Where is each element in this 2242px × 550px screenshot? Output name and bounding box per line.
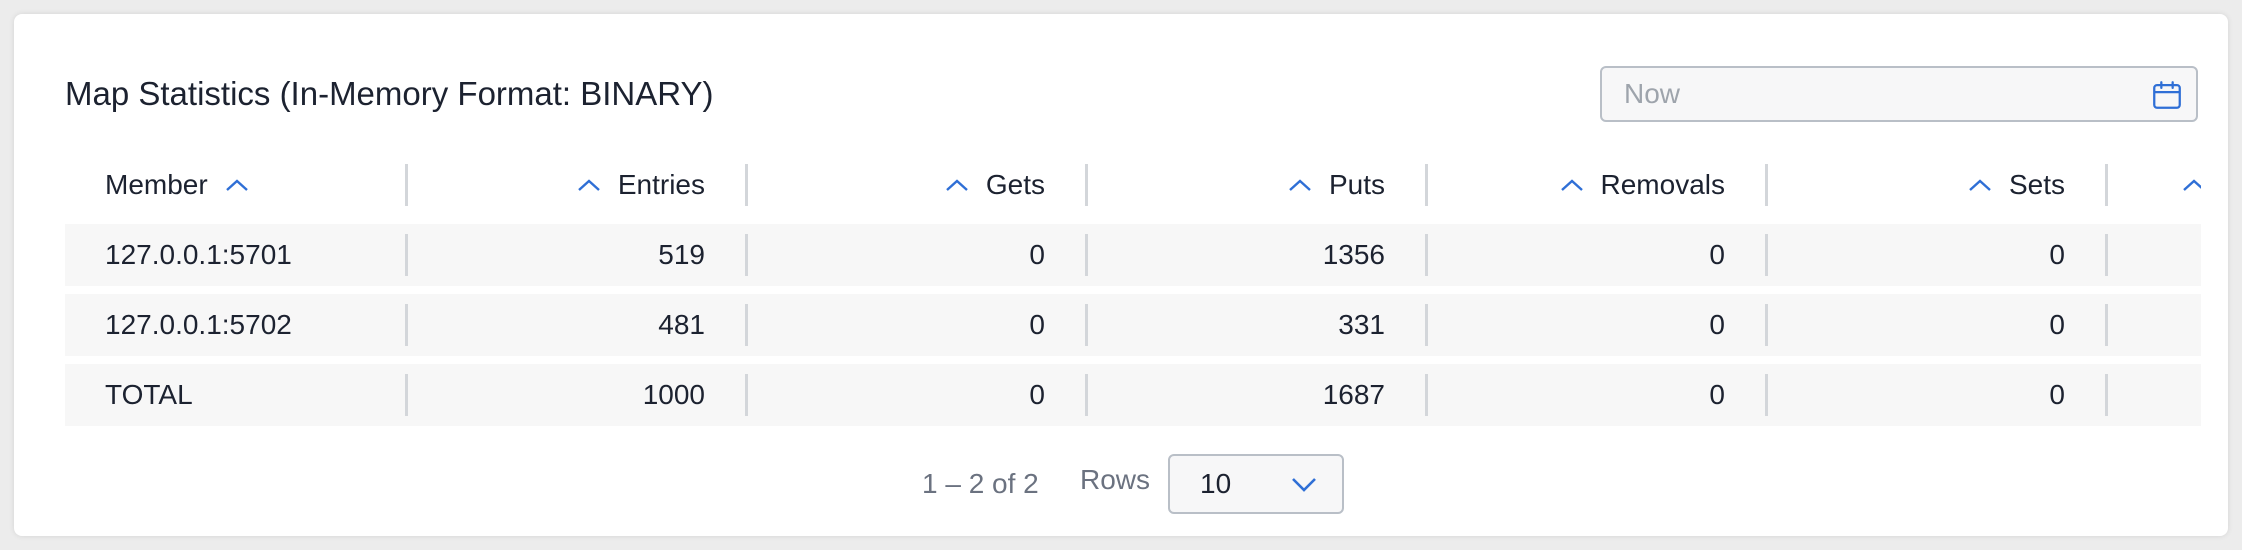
- cell-puts: 1687: [1085, 364, 1425, 426]
- cell-text: 0: [1709, 379, 1725, 410]
- cell-entries: 1000: [405, 364, 745, 426]
- chevron-up-icon[interactable]: [944, 177, 970, 193]
- cell-text: 127.0.0.1:5702: [105, 309, 292, 340]
- table-row: 127.0.0.1:5701 519 0 1356 0 0: [65, 224, 2201, 286]
- cell-gets: 0: [745, 364, 1085, 426]
- cell-gets: 0: [745, 294, 1085, 356]
- cell-overflow: [2105, 224, 2201, 286]
- cell-text: 0: [2049, 379, 2065, 410]
- cell-text: 481: [658, 309, 705, 340]
- rows-per-page-select[interactable]: 10: [1168, 454, 1344, 514]
- column-header-label: Gets: [985, 169, 1045, 200]
- column-header-puts[interactable]: Puts: [1085, 154, 1425, 216]
- map-statistics-panel: Map Statistics (In-Memory Format: BINARY…: [14, 14, 2228, 536]
- chevron-up-icon[interactable]: [224, 177, 250, 193]
- cell-sets: 0: [1765, 364, 2105, 426]
- chevron-up-icon[interactable]: [1559, 177, 1585, 193]
- column-header-gets[interactable]: Gets: [745, 154, 1085, 216]
- cell-text: 0: [2049, 309, 2065, 340]
- cell-text: 0: [2049, 239, 2065, 270]
- calendar-icon[interactable]: [2150, 78, 2184, 112]
- column-header-removals[interactable]: Removals: [1425, 154, 1765, 216]
- cell-text: 0: [1709, 309, 1725, 340]
- cell-text: 331: [1338, 309, 1385, 340]
- column-header-label: Removals: [1600, 169, 1725, 200]
- cell-puts: 1356: [1085, 224, 1425, 286]
- table-row: 127.0.0.1:5702 481 0 331 0 0: [65, 294, 2201, 356]
- cell-sets: 0: [1765, 294, 2105, 356]
- cell-text: 0: [1709, 239, 1725, 270]
- cell-member: TOTAL: [65, 364, 405, 426]
- column-header-sets[interactable]: Sets: [1765, 154, 2105, 216]
- cell-text: 1356: [1322, 239, 1385, 270]
- chevron-up-icon[interactable]: [1287, 177, 1313, 193]
- column-header-entries[interactable]: Entries: [405, 154, 745, 216]
- cell-text: 1687: [1322, 379, 1385, 410]
- chevron-up-icon[interactable]: [2181, 177, 2201, 193]
- chevron-down-icon[interactable]: [1290, 476, 1318, 494]
- date-input[interactable]: [1624, 68, 2124, 120]
- pagination-range: 1 – 2 of 2: [922, 468, 1039, 499]
- cell-member: 127.0.0.1:5701: [65, 224, 405, 286]
- cell-sets: 0: [1765, 224, 2105, 286]
- cell-puts: 331: [1085, 294, 1425, 356]
- column-header-label: Sets: [2008, 169, 2065, 200]
- cell-member: 127.0.0.1:5702: [65, 294, 405, 356]
- chevron-up-icon[interactable]: [576, 177, 602, 193]
- column-header-label: Entries: [617, 169, 705, 200]
- cell-text: 127.0.0.1:5701: [105, 239, 292, 270]
- date-picker[interactable]: [1600, 66, 2198, 122]
- cell-text: TOTAL: [105, 379, 193, 410]
- cell-text: 0: [1029, 379, 1045, 410]
- column-header-member[interactable]: Member: [65, 154, 405, 216]
- panel-title: Map Statistics (In-Memory Format: BINARY…: [65, 75, 714, 112]
- cell-removals: 0: [1425, 224, 1765, 286]
- table-header-row: Member Entries Gets Puts Removals Sets: [65, 154, 2201, 216]
- cell-text: 0: [1029, 309, 1045, 340]
- cell-entries: 519: [405, 224, 745, 286]
- column-header-label: Puts: [1328, 169, 1385, 200]
- column-header-overflow[interactable]: [2105, 154, 2201, 216]
- cell-removals: 0: [1425, 364, 1765, 426]
- cell-overflow: [2105, 294, 2201, 356]
- cell-removals: 0: [1425, 294, 1765, 356]
- rows-per-page-value: 10: [1200, 468, 1232, 499]
- cell-gets: 0: [745, 224, 1085, 286]
- rows-per-page-label: Rows: [1080, 464, 1151, 495]
- cell-overflow: [2105, 364, 2201, 426]
- cell-text: 1000: [642, 379, 705, 410]
- column-header-label: Member: [105, 169, 208, 200]
- cell-entries: 481: [405, 294, 745, 356]
- cell-text: 0: [1029, 239, 1045, 270]
- table-row-total: TOTAL 1000 0 1687 0 0: [65, 364, 2201, 426]
- chevron-up-icon[interactable]: [1967, 177, 1993, 193]
- pagination: 1 – 2 of 2 Rows 10: [14, 454, 2228, 516]
- cell-text: 519: [658, 239, 705, 270]
